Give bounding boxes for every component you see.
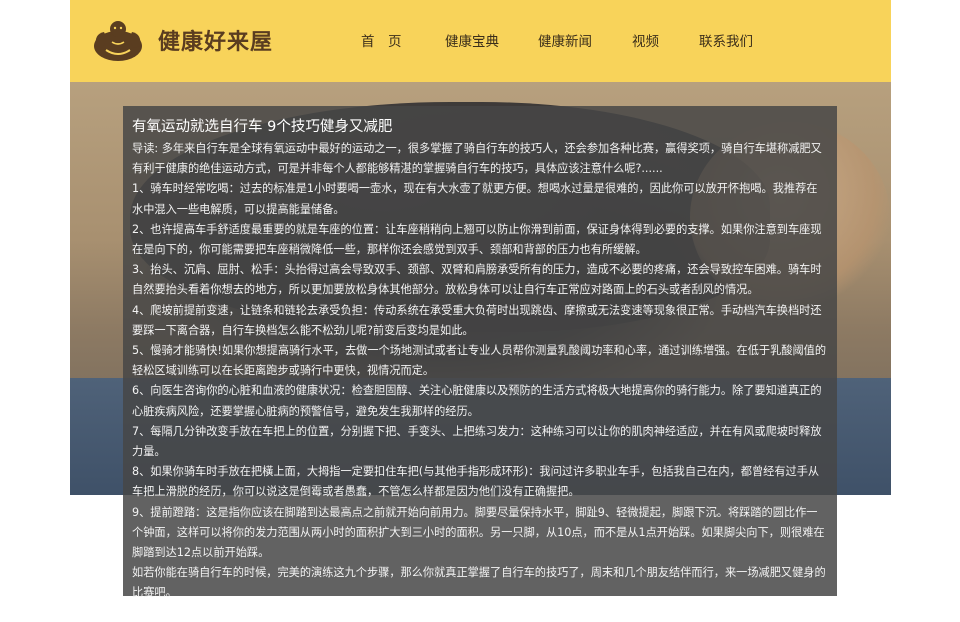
article-tip-8: 8、如果你骑车时手放在把橫上面，大拇指一定要扣住车把(与其他手指形成环形)：我问… [132, 465, 820, 499]
article-conclusion: 如若你能在骑自行车的时候，完美的演练这九个步骤，那么你就真正掌握了自行车的技巧了… [132, 566, 826, 600]
article-panel: 有氧运动就选自行车 9个技巧健身又减肥 导读: 多年来自行车是全球有氧运动中最好… [123, 106, 837, 599]
article-tip-1: 1、骑车时经常吃喝：过去的标准是1小时要喝一壶水，现在有大水壶了就更方便。想喝水… [132, 182, 818, 216]
nav-item-health-guide[interactable]: 健康宝典 [445, 30, 499, 50]
article-intro: 导读: 多年来自行车是全球有氧运动中最好的运动之一，很多掌握了骑自行车的技巧人，… [132, 142, 822, 176]
article-tip-2: 2、也许提高车手舒适度最重要的就是车座的位置：让车座稍稍向上翘可以防止你滑到前面… [132, 222, 822, 257]
article-tip-3: 3、抬头、沉肩、屈肘、松手：头抬得过高会导致双手、颈部、双臂和肩膀承受所有的压力… [132, 263, 822, 297]
article-tip-9: 9、提前蹬踏：这是指你应该在脚踏到达最高点之前就开始向前用力。脚要尽量保持水平，… [132, 505, 825, 560]
site-header: 健康好来屋 首 页 健康宝典 健康新闻 视频 联系我们 [70, 0, 891, 82]
nav-item-video[interactable]: 视频 [632, 30, 659, 50]
article-tip-5: 5、慢骑才能骑快!如果你想提高骑行水平，去做一个场地测试或者让专业人员帮你测量乳… [132, 344, 827, 378]
article-tip-7: 7、每隔几分钟改变手放在车把上的位置，分别握下把、手变头、上把练习发力：这种练习… [132, 424, 822, 459]
article-title: 有氧运动就选自行车 9个技巧健身又减肥 [132, 119, 393, 135]
article-tip-4: 4、爬坡前提前变速，让链条和链轮去承受负担：传动系统在承受重大负荷时出现跳齿、摩… [132, 303, 822, 337]
article-tip-6: 6、向医生咨询你的心脏和血液的健康状况：检查胆固醇、关注心脏健康以及预防的生活方… [132, 384, 822, 418]
nav-item-contact[interactable]: 联系我们 [699, 30, 753, 50]
main-nav: 首 页 健康宝典 健康新闻 视频 联系我们 [70, 30, 891, 54]
nav-item-home[interactable]: 首 页 [361, 30, 402, 50]
nav-item-health-news[interactable]: 健康新闻 [538, 30, 592, 50]
